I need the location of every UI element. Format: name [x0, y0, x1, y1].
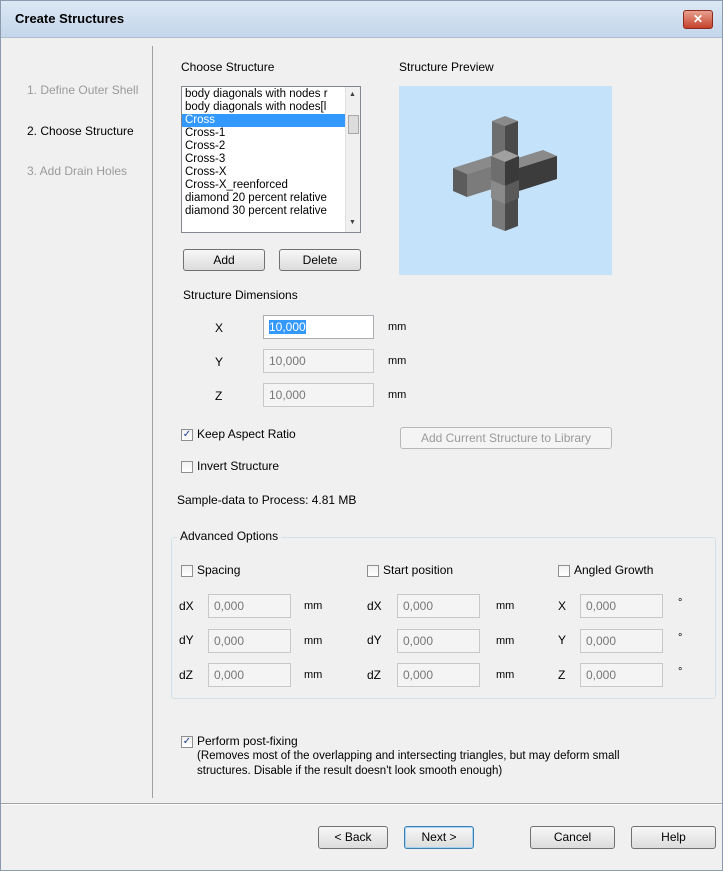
spacing-dx-label: dX	[179, 599, 194, 613]
list-item[interactable]: body diagonals with nodes[l	[182, 101, 345, 114]
list-item[interactable]: Cross-3	[182, 153, 345, 166]
close-button[interactable]: ✕	[683, 10, 713, 29]
spacing-dz-label: dZ	[179, 668, 194, 682]
wizard-steps: 1. Define Outer Shell 2. Choose Structur…	[1, 38, 151, 798]
post-fixing-checkbox[interactable]: ✓	[181, 736, 193, 748]
dim-x-unit: mm	[388, 321, 407, 333]
spacing-label[interactable]: Spacing	[197, 563, 240, 577]
choose-structure-heading: Choose Structure	[181, 60, 275, 74]
dim-x-label: X	[215, 321, 224, 335]
list-item-selected[interactable]: Cross	[182, 114, 345, 127]
spacing-dx-field[interactable]: 0,000	[208, 594, 291, 618]
dim-y-unit: mm	[388, 355, 407, 367]
dim-z-label: Z	[215, 389, 223, 403]
dim-z-field[interactable]: 10,000	[263, 383, 374, 407]
dim-x-field[interactable]: 10,000	[263, 315, 374, 339]
start-position-checkbox[interactable]	[367, 565, 379, 577]
spacing-dy-field[interactable]: 0,000	[208, 629, 291, 653]
start-dz-field[interactable]: 0,000	[397, 663, 480, 687]
start-dy-field[interactable]: 0,000	[397, 629, 480, 653]
spacing-dx-unit: mm	[304, 600, 323, 612]
sample-data-text: Sample-data to Process: 4.81 MB	[177, 493, 357, 507]
close-icon: ✕	[692, 12, 704, 26]
spacing-dy-label: dY	[179, 633, 194, 647]
list-item[interactable]: body diagonals with nodes r	[182, 88, 345, 101]
create-structures-dialog: Create Structures ✕ 1. Define Outer Shel…	[0, 0, 723, 871]
start-dx-label: dX	[367, 599, 382, 613]
start-position-label[interactable]: Start position	[383, 563, 453, 577]
step-add-drain-holes[interactable]: 3. Add Drain Holes	[27, 164, 127, 178]
spacing-dy-unit: mm	[304, 635, 323, 647]
angle-z-unit: °	[678, 666, 683, 678]
structure-dimensions-heading: Structure Dimensions	[183, 288, 298, 302]
delete-button[interactable]: Delete	[279, 249, 361, 271]
dim-z-unit: mm	[388, 389, 407, 401]
angle-z-field[interactable]: 0,000	[580, 663, 663, 687]
list-item[interactable]: Cross-2	[182, 140, 345, 153]
cancel-button[interactable]: Cancel	[530, 826, 615, 849]
check-icon: ✓	[182, 429, 192, 440]
title-bar[interactable]: Create Structures ✕	[1, 1, 722, 38]
start-dx-field[interactable]: 0,000	[397, 594, 480, 618]
invert-structure-checkbox[interactable]	[181, 461, 193, 473]
start-dz-unit: mm	[496, 669, 515, 681]
add-button[interactable]: Add	[183, 249, 265, 271]
list-item[interactable]: diamond 20 percent relative	[182, 192, 345, 205]
add-to-library-button[interactable]: Add Current Structure to Library	[400, 427, 612, 449]
structure-list[interactable]: body diagonals with nodes r body diagona…	[181, 86, 361, 233]
cross-structure-icon	[453, 116, 557, 231]
step-define-outer-shell[interactable]: 1. Define Outer Shell	[27, 83, 138, 97]
start-dx-unit: mm	[496, 600, 515, 612]
list-scrollbar[interactable]: ▲ ▼	[345, 87, 360, 232]
spacing-dz-field[interactable]: 0,000	[208, 663, 291, 687]
angle-x-unit: °	[678, 597, 683, 609]
next-button[interactable]: Next >	[404, 826, 474, 849]
post-fixing-label[interactable]: Perform post-fixing	[197, 734, 298, 748]
check-icon: ✓	[182, 736, 192, 747]
step-choose-structure[interactable]: 2. Choose Structure	[27, 124, 134, 138]
help-button[interactable]: Help	[631, 826, 716, 849]
angled-growth-checkbox[interactable]	[558, 565, 570, 577]
footer-divider-highlight	[1, 804, 722, 805]
spacing-checkbox[interactable]	[181, 565, 193, 577]
angled-growth-label[interactable]: Angled Growth	[574, 563, 653, 577]
keep-aspect-label[interactable]: Keep Aspect Ratio	[197, 427, 296, 441]
dialog-title: Create Structures	[15, 11, 125, 26]
start-dy-label: dY	[367, 633, 382, 647]
dim-x-value: 10,000	[269, 320, 306, 334]
invert-structure-label[interactable]: Invert Structure	[197, 459, 279, 473]
post-fixing-note-line1: (Removes most of the overlapping and int…	[197, 750, 620, 762]
start-dz-label: dZ	[367, 668, 382, 682]
list-item[interactable]: diamond 30 percent relative	[182, 205, 345, 218]
angle-y-label: Y	[558, 633, 567, 647]
dim-y-field[interactable]: 10,000	[263, 349, 374, 373]
scroll-thumb[interactable]	[348, 115, 359, 134]
scroll-down-icon[interactable]: ▼	[349, 219, 356, 226]
angle-z-label: Z	[558, 668, 566, 682]
list-item[interactable]: Cross-X_reenforced	[182, 179, 345, 192]
scroll-up-icon[interactable]: ▲	[349, 91, 356, 98]
advanced-options-title: Advanced Options	[177, 529, 282, 543]
structure-list-items: body diagonals with nodes r body diagona…	[182, 87, 345, 218]
list-item[interactable]: Cross-X	[182, 166, 345, 179]
spacing-dz-unit: mm	[304, 669, 323, 681]
post-fixing-note-line2: structures. Disable if the result doesn'…	[197, 765, 503, 777]
start-dy-unit: mm	[496, 635, 515, 647]
angle-x-field[interactable]: 0,000	[580, 594, 663, 618]
angle-y-field[interactable]: 0,000	[580, 629, 663, 653]
structure-preview-heading: Structure Preview	[399, 60, 494, 74]
structure-preview	[399, 86, 612, 275]
keep-aspect-checkbox[interactable]: ✓	[181, 429, 193, 441]
list-item[interactable]: Cross-1	[182, 127, 345, 140]
angle-y-unit: °	[678, 632, 683, 644]
dim-y-label: Y	[215, 355, 224, 369]
angle-x-label: X	[558, 599, 567, 613]
back-button[interactable]: < Back	[318, 826, 388, 849]
vertical-divider	[152, 46, 153, 798]
